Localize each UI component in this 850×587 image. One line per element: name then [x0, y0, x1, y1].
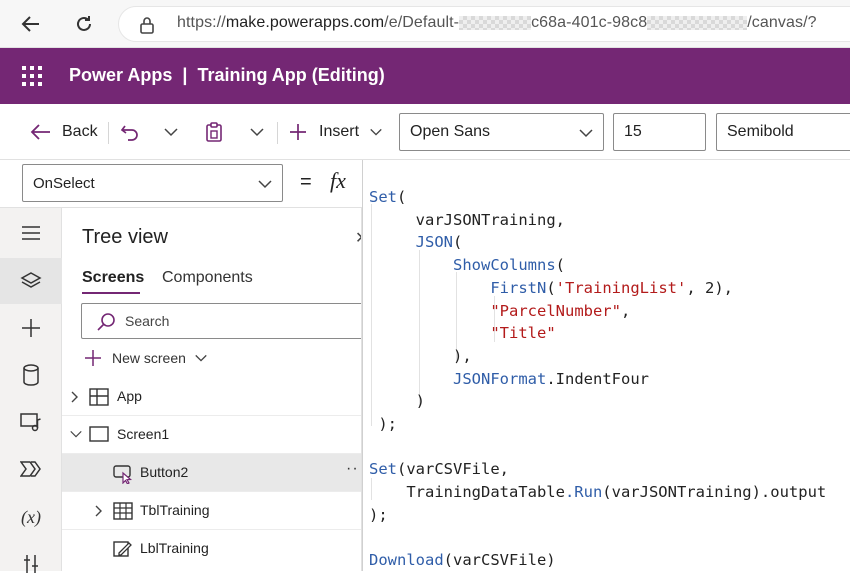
chevron-down-icon: [195, 354, 207, 362]
font-weight-dropdown[interactable]: Semibold: [716, 113, 850, 151]
media-icon[interactable]: [0, 399, 62, 445]
tree-item-label: LblTraining: [140, 540, 209, 556]
label-icon: [113, 541, 132, 557]
tree-view-title: Tree view: [82, 226, 168, 248]
chevron-right-icon[interactable]: [94, 504, 104, 518]
app-launcher-icon[interactable]: [22, 66, 42, 86]
undo-menu-chevron-icon[interactable]: [163, 118, 179, 146]
new-screen-label: New screen: [112, 350, 186, 366]
app-header: Power Apps | Training App (Editing): [0, 48, 850, 104]
close-icon[interactable]: ✕: [355, 228, 361, 248]
browser-toolbar: https://make.powerapps.com/e/Default-c68…: [0, 0, 850, 48]
back-label: Back: [62, 123, 98, 140]
equals-sign: =: [300, 171, 312, 193]
font-size-value: 15: [624, 123, 642, 140]
table-icon: [113, 502, 133, 520]
address-bar[interactable]: https://make.powerapps.com/e/Default-c68…: [118, 6, 850, 42]
search-icon: [97, 313, 115, 331]
chevron-down-icon[interactable]: [69, 429, 83, 439]
hamburger-icon[interactable]: [0, 210, 62, 256]
tree-item-app[interactable]: App: [62, 378, 361, 416]
property-dropdown[interactable]: OnSelect: [22, 164, 283, 202]
divider: [108, 122, 109, 144]
search-placeholder: Search: [125, 313, 170, 329]
active-tab-indicator: [82, 292, 140, 294]
tools-icon[interactable]: [0, 541, 62, 587]
chevron-down-icon: [370, 128, 382, 136]
tree-item-label: TblTraining: [140, 502, 210, 518]
formula-editor[interactable]: Set( varJSONTraining, JSON( ShowColumns(…: [362, 160, 850, 571]
app-title: Power Apps | Training App (Editing): [69, 65, 385, 85]
app-icon: [89, 388, 109, 406]
formula-bar: OnSelect = fx: [0, 160, 362, 208]
back-button[interactable]: Back: [30, 118, 98, 146]
clipboard-icon: [206, 122, 222, 142]
variables-icon[interactable]: (x): [0, 494, 62, 540]
tree-item-button2[interactable]: Button2 ··: [62, 454, 361, 492]
power-automate-icon[interactable]: [0, 446, 62, 492]
lock-icon[interactable]: [139, 16, 155, 39]
font-family-dropdown[interactable]: Open Sans: [399, 113, 604, 151]
plus-icon: [85, 350, 101, 366]
refresh-icon[interactable]: [70, 10, 98, 38]
paste-button[interactable]: [204, 118, 224, 146]
property-value: OnSelect: [33, 175, 95, 192]
plus-icon: [290, 124, 306, 140]
tab-screens[interactable]: Screens: [82, 269, 144, 287]
insert-button[interactable]: Insert: [289, 118, 383, 146]
arrow-left-icon: [30, 124, 50, 140]
tree-item-label: App: [117, 388, 142, 404]
font-weight-value: Semibold: [727, 123, 794, 140]
chevron-down-icon: [258, 180, 272, 189]
search-input[interactable]: Search: [81, 303, 361, 339]
undo-icon: [120, 125, 138, 141]
chevron-down-icon: [579, 129, 593, 138]
font-size-input[interactable]: 15: [613, 113, 706, 151]
button-icon: [113, 465, 133, 484]
undo-button[interactable]: [120, 118, 140, 146]
tree-view-panel: Tree view ✕ Screens Components Search Ne…: [62, 208, 362, 571]
tree-item-screen1[interactable]: Screen1: [62, 416, 361, 454]
url-text: https://make.powerapps.com/e/Default-c68…: [177, 14, 817, 31]
new-screen-button[interactable]: New screen: [84, 346, 208, 370]
chevron-right-icon[interactable]: [70, 390, 80, 404]
insert-label: Insert: [319, 123, 360, 140]
plus-icon[interactable]: [0, 305, 62, 351]
tree-item-label: Screen1: [117, 426, 170, 442]
layers-icon[interactable]: [0, 258, 62, 304]
divider: [277, 122, 278, 144]
more-options-icon[interactable]: ··: [346, 460, 359, 478]
tree-item-lbltraining[interactable]: LblTraining: [62, 530, 361, 568]
database-icon[interactable]: [0, 352, 62, 398]
tab-components[interactable]: Components: [162, 269, 253, 287]
redacted-block: [459, 15, 532, 30]
tree-item-label: Button2: [140, 464, 189, 480]
tree-item-tbltraining[interactable]: TblTraining: [62, 492, 361, 530]
screen-icon: [89, 426, 109, 442]
fx-icon[interactable]: fx: [330, 168, 346, 194]
left-rail: (x): [0, 208, 62, 573]
back-arrow-icon[interactable]: [17, 10, 45, 38]
font-family-value: Open Sans: [410, 123, 491, 140]
formula-code: Set( varJSONTraining, JSON( ShowColumns(…: [369, 188, 827, 570]
redacted-block: [647, 15, 748, 30]
command-bar: Back Insert Open Sans 15 Semibold: [0, 104, 850, 160]
paste-menu-chevron-icon[interactable]: [249, 118, 265, 146]
